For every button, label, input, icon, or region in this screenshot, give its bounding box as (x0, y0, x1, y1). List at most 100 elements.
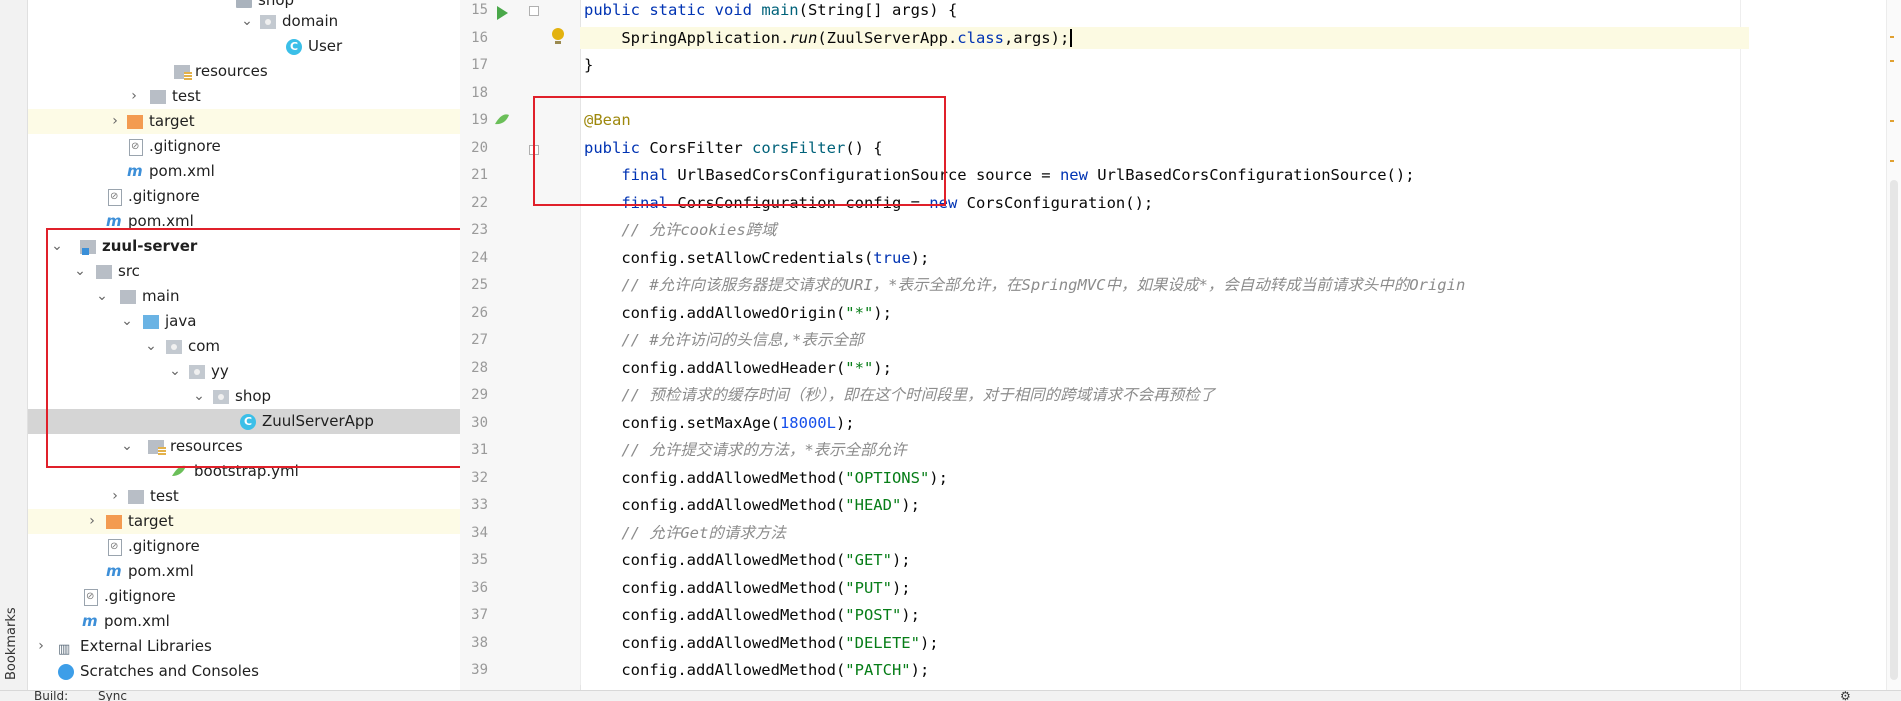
tree-item[interactable]: .gitignore (28, 184, 460, 209)
tree-item[interactable]: › target (28, 109, 460, 134)
maven-icon: m (82, 612, 98, 630)
tree-item[interactable]: m pom.xml (28, 609, 460, 634)
code-line[interactable]: config.addAllowedMethod("PATCH"); (584, 659, 929, 681)
code-line[interactable]: final UrlBasedCorsConfigurationSource so… (584, 164, 1414, 186)
line-number: 21 (471, 167, 488, 183)
code-line[interactable]: } (584, 54, 593, 76)
line-number: 34 (471, 525, 488, 541)
package-icon (213, 390, 229, 404)
tree-item[interactable]: ⌄ yy (28, 359, 460, 384)
warning-marker[interactable] (1890, 160, 1894, 162)
tree-item[interactable]: .gitignore (28, 534, 460, 559)
chevron-down-icon[interactable]: ⌄ (240, 9, 254, 34)
maven-icon: m (106, 562, 122, 580)
bookmarks-tab[interactable]: Bookmarks (4, 607, 19, 680)
chevron-down-icon[interactable]: ⌄ (144, 334, 158, 359)
chevron-right-icon[interactable]: › (127, 84, 141, 109)
tree-item[interactable]: › test (28, 84, 460, 109)
tree-item[interactable]: .gitignore (28, 584, 460, 609)
warning-marker[interactable] (1890, 120, 1894, 122)
editor-scrollbar[interactable] (1886, 0, 1901, 690)
tree-item-module[interactable]: ⌄ zuul-server (28, 234, 460, 259)
tree-item[interactable]: m pom.xml (28, 559, 460, 584)
chevron-right-icon[interactable]: › (108, 484, 122, 509)
chevron-right-icon[interactable]: › (34, 634, 48, 659)
code-comment[interactable]: // 允许Get的请求方法 (584, 522, 786, 544)
tree-item-label: zuul-server (102, 237, 198, 255)
chevron-right-icon[interactable]: › (108, 109, 122, 134)
gear-icon[interactable]: ⚙ (1840, 691, 1851, 701)
warning-marker[interactable] (1890, 36, 1894, 38)
code-line[interactable]: final CorsConfiguration config = new Cor… (584, 192, 1153, 214)
warning-marker[interactable] (1890, 60, 1894, 62)
build-tab[interactable]: Build: (34, 691, 68, 701)
chevron-down-icon[interactable]: ⌄ (120, 309, 134, 334)
tree-item[interactable]: Scratches and Consoles (28, 659, 460, 684)
tree-item[interactable]: ⌄ com (28, 334, 460, 359)
chevron-right-icon[interactable]: › (85, 509, 99, 534)
code-line[interactable]: config.setMaxAge(18000L); (584, 412, 854, 434)
tree-item[interactable]: ⌄ shop (28, 384, 460, 409)
code-comment[interactable]: // #允许向该服务器提交请求的URI，*表示全部允许，在SpringMVC中，… (584, 274, 1465, 296)
tree-item[interactable]: ⌄ java (28, 309, 460, 334)
code-line[interactable]: config.addAllowedMethod("PUT"); (584, 577, 910, 599)
tree-item[interactable]: .gitignore (28, 134, 460, 159)
tree-item[interactable]: ⌄ resources (28, 434, 460, 459)
tree-item[interactable]: ⌄ domain (28, 9, 460, 34)
tree-item[interactable]: ⌄ main (28, 284, 460, 309)
chevron-down-icon[interactable]: ⌄ (73, 259, 87, 284)
scrollbar-thumb[interactable] (1890, 180, 1898, 680)
chevron-down-icon[interactable]: ⌄ (192, 384, 206, 409)
tree-item[interactable]: › test (28, 484, 460, 509)
folder-icon (120, 290, 136, 304)
tree-item-label: target (128, 512, 174, 530)
lightbulb-icon[interactable] (552, 28, 564, 44)
tree-item[interactable]: ⌄ src (28, 259, 460, 284)
line-number: 17 (471, 57, 488, 73)
right-margin-line (1740, 0, 1741, 690)
code-comment[interactable]: // 允许提交请求的方法，*表示全部允许 (584, 439, 906, 461)
tree-item[interactable]: resources (28, 59, 460, 84)
folder-icon (96, 265, 112, 279)
spring-bean-icon[interactable] (494, 111, 510, 125)
tree-item-label: resources (195, 62, 268, 80)
chevron-down-icon[interactable]: ⌄ (95, 284, 109, 309)
code-line[interactable]: public static void main(String[] args) { (584, 0, 957, 21)
code-line[interactable]: config.setAllowCredentials(true); (584, 247, 929, 269)
line-number: 25 (471, 277, 488, 293)
code-line[interactable]: config.addAllowedMethod("DELETE"); (584, 632, 938, 654)
tree-item[interactable]: bootstrap.yml (28, 459, 460, 484)
tree-item[interactable]: › ▥ External Libraries (28, 634, 460, 659)
resources-folder-icon (148, 440, 166, 455)
excluded-folder-icon (127, 115, 143, 129)
tree-item-selected[interactable]: C ZuulServerApp (28, 409, 460, 434)
code-comment[interactable]: // 允许cookies跨域 (584, 219, 776, 241)
module-folder-icon (80, 240, 96, 255)
code-line[interactable]: public CorsFilter corsFilter() { (584, 137, 883, 159)
code-comment[interactable]: // 预检请求的缓存时间（秒），即在这个时间段里，对于相同的跨域请求不会再预检了 (584, 384, 1215, 406)
chevron-down-icon[interactable]: ⌄ (50, 234, 64, 259)
code-line[interactable]: config.addAllowedMethod("OPTIONS"); (584, 467, 948, 489)
tree-item[interactable]: › target (28, 509, 460, 534)
run-icon[interactable] (497, 6, 508, 20)
tree-item[interactable]: m pom.xml (28, 209, 460, 234)
tree-item[interactable]: m pom.xml (28, 159, 460, 184)
tree-item-label: .gitignore (128, 187, 200, 205)
code-comment[interactable]: // #允许访问的头信息,*表示全部 (584, 329, 863, 351)
source-folder-icon (143, 315, 159, 329)
code-line[interactable]: config.addAllowedMethod("GET"); (584, 549, 910, 571)
spring-boot-class-icon: C (240, 414, 256, 430)
code-line[interactable]: @Bean (584, 109, 631, 131)
fold-marker[interactable] (529, 145, 539, 155)
chevron-down-icon[interactable]: ⌄ (120, 434, 134, 459)
tree-item[interactable]: C User (28, 34, 460, 59)
code-line[interactable]: config.addAllowedOrigin("*"); (584, 302, 892, 324)
chevron-down-icon[interactable]: ⌄ (168, 359, 182, 384)
code-line-current[interactable]: SpringApplication.run(ZuulServerApp.clas… (580, 27, 1749, 49)
sync-tab[interactable]: Sync (98, 691, 127, 701)
code-line[interactable]: config.addAllowedMethod("POST"); (584, 604, 920, 626)
tree-item-label: .gitignore (128, 537, 200, 555)
code-line[interactable]: config.addAllowedHeader("*"); (584, 357, 892, 379)
fold-marker[interactable] (529, 6, 539, 16)
code-line[interactable]: config.addAllowedMethod("HEAD"); (584, 494, 920, 516)
